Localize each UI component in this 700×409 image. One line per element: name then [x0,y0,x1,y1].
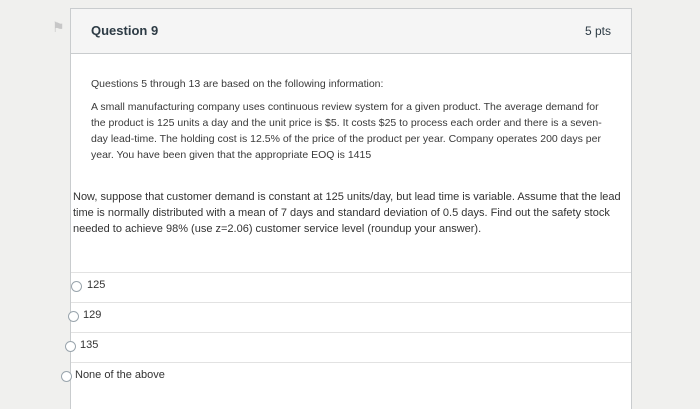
answer-label[interactable]: 125 [87,279,105,291]
radio-button[interactable] [68,311,79,322]
flag-icon[interactable]: ⚑ [52,20,68,34]
radio-button[interactable] [65,341,76,352]
intro-heading: Questions 5 through 13 are based on the … [91,78,384,90]
answer-option[interactable]: 129 [68,302,631,331]
radio-button[interactable] [71,281,82,292]
intro-text: A small manufacturing company uses conti… [91,101,602,161]
answer-option[interactable]: 125 [71,272,631,301]
question-prompt: Now, suppose that customer demand is con… [73,191,621,235]
answer-option[interactable]: None of the above [61,362,631,391]
answer-option[interactable]: 135 [65,332,631,361]
question-card: Question 9 5 pts Questions 5 through 13 … [61,8,632,409]
question-title: Question 9 [91,23,159,38]
question-header: Question 9 5 pts [71,9,631,54]
question-intro: Questions 5 through 13 are based on the … [91,76,611,170]
answer-label[interactable]: 129 [83,309,101,321]
question-points: 5 pts [584,24,611,38]
radio-button[interactable] [61,371,72,382]
answer-list: 125 129 135 None of the above [61,272,631,392]
answer-label[interactable]: None of the above [75,369,165,381]
answer-label[interactable]: 135 [80,339,98,351]
